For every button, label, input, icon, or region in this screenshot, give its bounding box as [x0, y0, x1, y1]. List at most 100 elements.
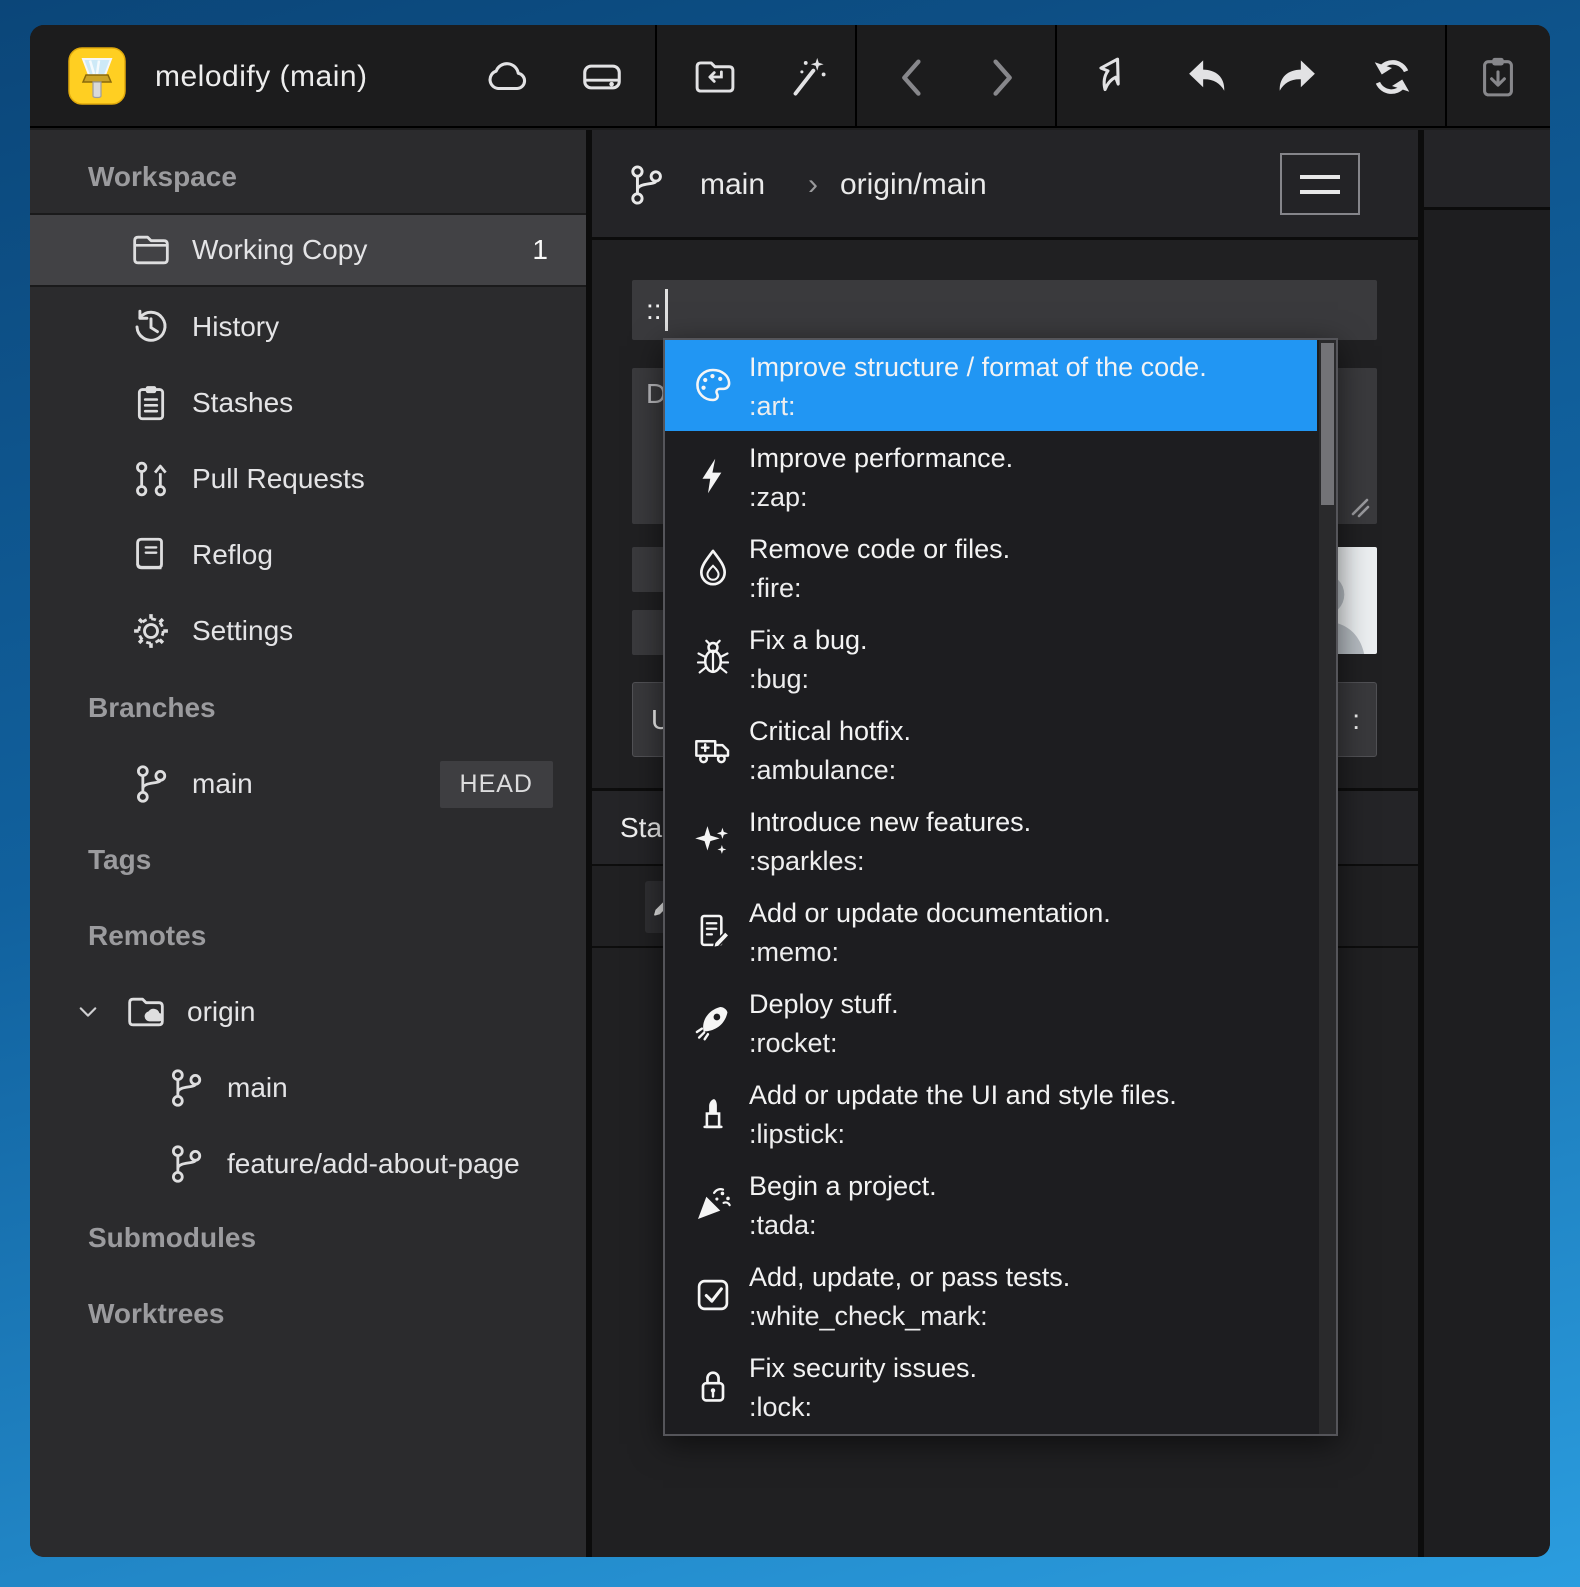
magic-wand-icon[interactable]: [784, 54, 830, 100]
window-title: melodify (main): [155, 25, 368, 128]
working-copy-count-badge: 1: [532, 234, 548, 266]
item-code: :zap:: [749, 482, 808, 512]
autocomplete-item-tada[interactable]: Begin a project. :tada:: [665, 1159, 1317, 1250]
item-label: Remove code or files.: [749, 534, 1010, 564]
title-bar: melodify (main): [30, 25, 1550, 128]
sidebar-item-pull-requests[interactable]: Pull Requests: [30, 442, 586, 516]
item-code: :bug:: [749, 664, 809, 694]
item-code: :lock:: [749, 1392, 812, 1422]
app-window: melodify (main) Workspace Working Copy 1: [30, 25, 1550, 1557]
sidebar-section-worktrees: Worktrees: [88, 1298, 224, 1330]
autocomplete-item-zap[interactable]: Improve performance. :zap:: [665, 431, 1317, 522]
branch-label: main: [192, 768, 253, 800]
back-icon[interactable]: [889, 54, 935, 100]
sync-icon[interactable]: [1369, 54, 1415, 100]
autocomplete-item-lipstick[interactable]: Add or update the UI and style files. :l…: [665, 1068, 1317, 1159]
sidebar: Workspace Working Copy 1 History Stashes…: [30, 130, 586, 1557]
check-box-icon: [693, 1275, 733, 1315]
sidebar-item-history[interactable]: History: [30, 290, 586, 364]
head-badge: HEAD: [440, 761, 553, 808]
item-code: :art:: [749, 391, 796, 421]
item-label: Fix a bug.: [749, 625, 868, 655]
sidebar-section-remotes: Remotes: [88, 920, 206, 952]
item-code: :memo:: [749, 937, 839, 967]
sidebar-section-submodules: Submodules: [88, 1222, 256, 1254]
summary-value: ::: [646, 294, 662, 326]
item-code: :rocket:: [749, 1028, 838, 1058]
lipstick-icon: [693, 1093, 733, 1133]
clipboard-icon: [130, 382, 172, 424]
autocomplete-item-lock[interactable]: Fix security issues. :lock:: [665, 1341, 1317, 1432]
sidebar-section-branches: Branches: [88, 692, 216, 724]
remote-branch-label: feature/add-about-page: [227, 1148, 520, 1180]
commit-summary-input[interactable]: ::: [632, 280, 1377, 340]
sidebar-item-settings[interactable]: Settings: [30, 594, 586, 668]
undo-icon[interactable]: [1184, 54, 1230, 100]
open-repo-icon[interactable]: [692, 54, 738, 100]
menu-button[interactable]: [1280, 153, 1360, 215]
zap-icon: [693, 456, 733, 496]
sidebar-item-origin-feature[interactable]: feature/add-about-page: [30, 1127, 586, 1201]
current-branch[interactable]: main: [700, 130, 765, 240]
item-label: Critical hotfix.: [749, 716, 911, 746]
autocomplete-item-sparkles[interactable]: Introduce new features. :sparkles:: [665, 795, 1317, 886]
sidebar-section-tags: Tags: [88, 844, 151, 876]
clipboard-download-icon[interactable]: [1475, 54, 1521, 100]
resize-grip-icon[interactable]: [1347, 494, 1373, 520]
toolbar-divider: [855, 25, 857, 128]
text-caret: [665, 289, 668, 331]
sparkles-icon: [693, 820, 733, 860]
redo-icon[interactable]: [1274, 54, 1320, 100]
folder-icon: [130, 229, 172, 271]
drive-icon[interactable]: [579, 54, 625, 100]
sidebar-item-reflog[interactable]: Reflog: [30, 518, 586, 592]
sidebar-item-origin-main[interactable]: main: [30, 1051, 586, 1125]
gitmoji-autocomplete-dropdown: Improve structure / format of the code. …: [663, 338, 1338, 1436]
toolbar-divider: [1445, 25, 1447, 128]
autocomplete-item-fire[interactable]: Remove code or files. :fire:: [665, 522, 1317, 613]
autocomplete-item-rocket[interactable]: Deploy stuff. :rocket:: [665, 977, 1317, 1068]
hamburger-icon: [1300, 175, 1340, 179]
sidebar-item-remote-origin[interactable]: origin: [30, 975, 586, 1049]
share-icon[interactable]: [1092, 54, 1138, 100]
cloud-icon[interactable]: [484, 54, 530, 100]
autocomplete-item-bug[interactable]: Fix a bug. :bug:: [665, 613, 1317, 704]
breadcrumb-separator: ›: [808, 130, 818, 240]
item-code: :white_check_mark:: [749, 1301, 988, 1331]
gear-icon: [130, 610, 172, 652]
scrollbar-thumb[interactable]: [1321, 343, 1334, 505]
autocomplete-item-ambulance[interactable]: Critical hotfix. :ambulance:: [665, 704, 1317, 795]
item-label: Fix security issues.: [749, 1353, 977, 1383]
item-label: Add, update, or pass tests.: [749, 1262, 1070, 1292]
autocomplete-item-white-check-mark[interactable]: Add, update, or pass tests. :white_check…: [665, 1250, 1317, 1341]
right-panel-header: [1424, 130, 1550, 210]
item-label: Begin a project.: [749, 1171, 937, 1201]
sidebar-item-label: Working Copy: [192, 234, 367, 266]
sidebar-item-label: History: [192, 311, 279, 343]
lock-icon: [693, 1366, 733, 1406]
remote-label: origin: [187, 996, 255, 1028]
forward-icon[interactable]: [979, 54, 1025, 100]
fire-icon: [693, 547, 733, 587]
pull-request-icon: [130, 458, 172, 500]
palette-icon: [693, 365, 733, 405]
item-code: :sparkles:: [749, 846, 865, 876]
sidebar-item-working-copy[interactable]: Working Copy 1: [30, 213, 586, 287]
item-label: Improve structure / format of the code.: [749, 352, 1207, 382]
autocomplete-item-memo[interactable]: Add or update documentation. :memo:: [665, 886, 1317, 977]
sidebar-item-label: Reflog: [192, 539, 273, 571]
item-code: :tada:: [749, 1210, 817, 1240]
item-label: Deploy stuff.: [749, 989, 899, 1019]
chevron-down-icon[interactable]: [75, 999, 101, 1025]
branch-icon: [130, 763, 172, 805]
sidebar-item-branch-main[interactable]: main HEAD: [30, 747, 586, 821]
tada-icon: [693, 1184, 733, 1224]
item-label: Introduce new features.: [749, 807, 1031, 837]
dropdown-scrollbar[interactable]: [1319, 340, 1336, 1434]
sidebar-item-stashes[interactable]: Stashes: [30, 366, 586, 440]
item-code: :fire:: [749, 573, 802, 603]
autocomplete-item-art[interactable]: Improve structure / format of the code. …: [665, 340, 1317, 431]
sidebar-section-workspace: Workspace: [88, 161, 237, 193]
commit-button-label: :: [1352, 704, 1360, 736]
upstream-branch[interactable]: origin/main: [840, 130, 987, 240]
